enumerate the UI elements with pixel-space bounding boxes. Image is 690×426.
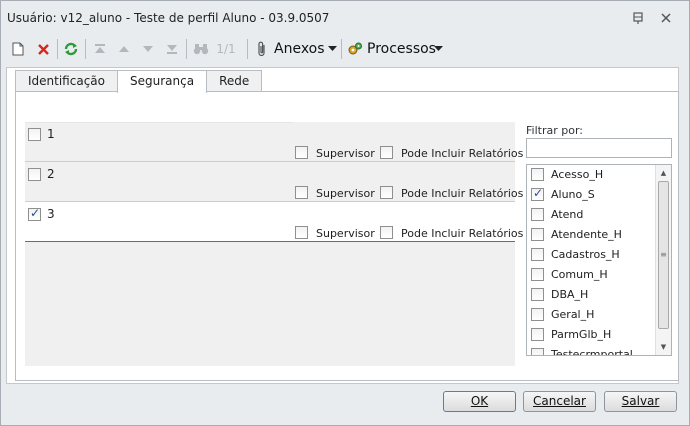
profile-checkbox[interactable] — [531, 268, 544, 281]
close-icon[interactable] — [659, 11, 673, 25]
role-checkbox[interactable] — [28, 206, 41, 221]
profile-checkbox[interactable] — [531, 228, 544, 241]
profile-checkbox[interactable] — [531, 308, 544, 321]
scroll-down-icon[interactable]: ▼ — [656, 340, 671, 354]
list-scrollbar[interactable]: ▲ ≡ ▼ — [655, 165, 671, 355]
list-item[interactable]: Testecrmportal — [527, 345, 653, 356]
relatorios-label: Pode Incluir Relatórios — [401, 227, 524, 240]
toolbar-separator — [57, 39, 58, 59]
profile-label: Atendente_H — [551, 228, 622, 241]
filter-label: Filtrar por: — [526, 124, 583, 137]
profile-checkbox[interactable] — [531, 288, 544, 301]
profile-checkbox[interactable] — [531, 348, 544, 355]
first-record-icon[interactable] — [92, 38, 108, 60]
role-checkbox[interactable] — [28, 128, 41, 141]
toolbar-separator — [85, 39, 86, 59]
list-item[interactable]: Atendente_H — [527, 225, 653, 245]
role-row[interactable]: 3 Supervisor Pode Incluir Relatórios — [25, 202, 523, 242]
toolbar-separator — [341, 39, 342, 59]
tab-identificacao[interactable]: Identificação — [15, 70, 118, 92]
supervisor-label: Supervisor — [316, 187, 375, 200]
supervisor-label: Supervisor — [316, 227, 375, 240]
list-item[interactable]: Atend — [527, 205, 653, 225]
tab-seguranca[interactable]: Segurança — [117, 70, 208, 93]
profile-checkbox[interactable] — [531, 186, 544, 201]
processos-menu-label[interactable]: Processos — [367, 38, 436, 60]
profile-label: ParmGlb_H — [551, 328, 612, 341]
row-divider — [25, 122, 293, 123]
previous-record-icon[interactable] — [116, 38, 132, 60]
ok-button-label: OK — [470, 394, 489, 408]
list-item[interactable]: Cadastros_H — [527, 245, 653, 265]
profile-checkbox[interactable] — [531, 168, 544, 181]
last-record-icon[interactable] — [164, 38, 180, 60]
scroll-up-icon[interactable]: ▲ — [656, 166, 671, 180]
dialog-window: Usuário: v12_aluno - Teste de perfil Alu… — [0, 0, 690, 426]
profile-label: Atend — [551, 208, 584, 221]
anexos-menu-label[interactable]: Anexos — [274, 38, 325, 60]
supervisor-checkbox[interactable] — [295, 186, 308, 199]
relatorios-label: Pode Incluir Relatórios — [401, 187, 524, 200]
new-record-icon[interactable] — [10, 38, 26, 60]
roles-list: 1 Supervisor Pode Incluir Relatórios 2 S… — [25, 122, 523, 366]
toolbar-separator — [247, 39, 248, 59]
relatorios-label: Pode Incluir Relatórios — [401, 147, 524, 160]
seguranca-panel: 1 Supervisor Pode Incluir Relatórios 2 S… — [15, 91, 679, 381]
list-item[interactable]: Geral_H — [527, 305, 653, 325]
binoculars-icon[interactable] — [192, 38, 210, 60]
ok-button[interactable]: OK — [443, 391, 516, 412]
profile-checkbox[interactable] — [531, 208, 544, 221]
relatorios-checkbox[interactable] — [380, 226, 393, 239]
profile-list: Acesso_H Aluno_S Atend Atendente_H Cadas… — [526, 164, 672, 356]
filter-input[interactable] — [526, 138, 672, 158]
profile-checkbox[interactable] — [531, 328, 544, 341]
window-title: Usuário: v12_aluno - Teste de perfil Alu… — [7, 11, 330, 25]
delete-icon[interactable] — [35, 38, 51, 60]
list-item[interactable]: Comum_H — [527, 265, 653, 285]
gears-icon[interactable] — [346, 38, 364, 60]
role-name: 1 — [47, 127, 55, 141]
tab-strip: Identificação Segurança Rede — [15, 70, 263, 93]
role-name: 3 — [47, 207, 55, 221]
record-pager: 1/1 — [216, 42, 236, 56]
toolbar-separator — [186, 39, 187, 59]
toolbar: 1/1 Anexos Processos — [6, 35, 684, 63]
profile-label: Geral_H — [551, 308, 595, 321]
profile-label: DBA_H — [551, 288, 589, 301]
role-checkbox[interactable] — [28, 168, 41, 181]
save-button-label: Salvar — [621, 394, 660, 408]
title-bar: Usuário: v12_aluno - Teste de perfil Alu… — [1, 1, 689, 35]
next-record-icon[interactable] — [140, 38, 156, 60]
relatorios-checkbox[interactable] — [380, 146, 393, 159]
profile-label: Comum_H — [551, 268, 608, 281]
anexos-dropdown-icon[interactable] — [326, 38, 338, 60]
profile-label: Acesso_H — [551, 168, 604, 181]
processos-dropdown-icon[interactable] — [432, 38, 444, 60]
save-button[interactable]: Salvar — [604, 391, 677, 412]
role-row[interactable]: 1 Supervisor Pode Incluir Relatórios — [25, 122, 523, 162]
profile-label: Cadastros_H — [551, 248, 620, 261]
list-item[interactable]: ParmGlb_H — [527, 325, 653, 345]
cancel-button[interactable]: Cancelar — [523, 391, 596, 412]
scroll-thumb[interactable]: ≡ — [658, 181, 669, 329]
supervisor-checkbox[interactable] — [295, 226, 308, 239]
list-item[interactable]: Acesso_H — [527, 165, 653, 185]
tab-rede[interactable]: Rede — [206, 70, 263, 92]
list-item[interactable]: Aluno_S — [527, 185, 653, 205]
list-item[interactable]: DBA_H — [527, 285, 653, 305]
supervisor-label: Supervisor — [316, 147, 375, 160]
role-row[interactable]: 2 Supervisor Pode Incluir Relatórios — [25, 162, 523, 202]
role-name: 2 — [47, 167, 55, 181]
profile-checkbox[interactable] — [531, 248, 544, 261]
relatorios-checkbox[interactable] — [380, 186, 393, 199]
profile-label: Testecrmportal — [551, 348, 633, 356]
cancel-button-label: Cancelar — [533, 394, 586, 408]
supervisor-checkbox[interactable] — [295, 146, 308, 159]
paperclip-icon[interactable] — [254, 38, 270, 60]
profile-label: Aluno_S — [551, 188, 595, 201]
refresh-icon[interactable] — [62, 38, 80, 60]
restore-icon[interactable] — [631, 11, 645, 25]
